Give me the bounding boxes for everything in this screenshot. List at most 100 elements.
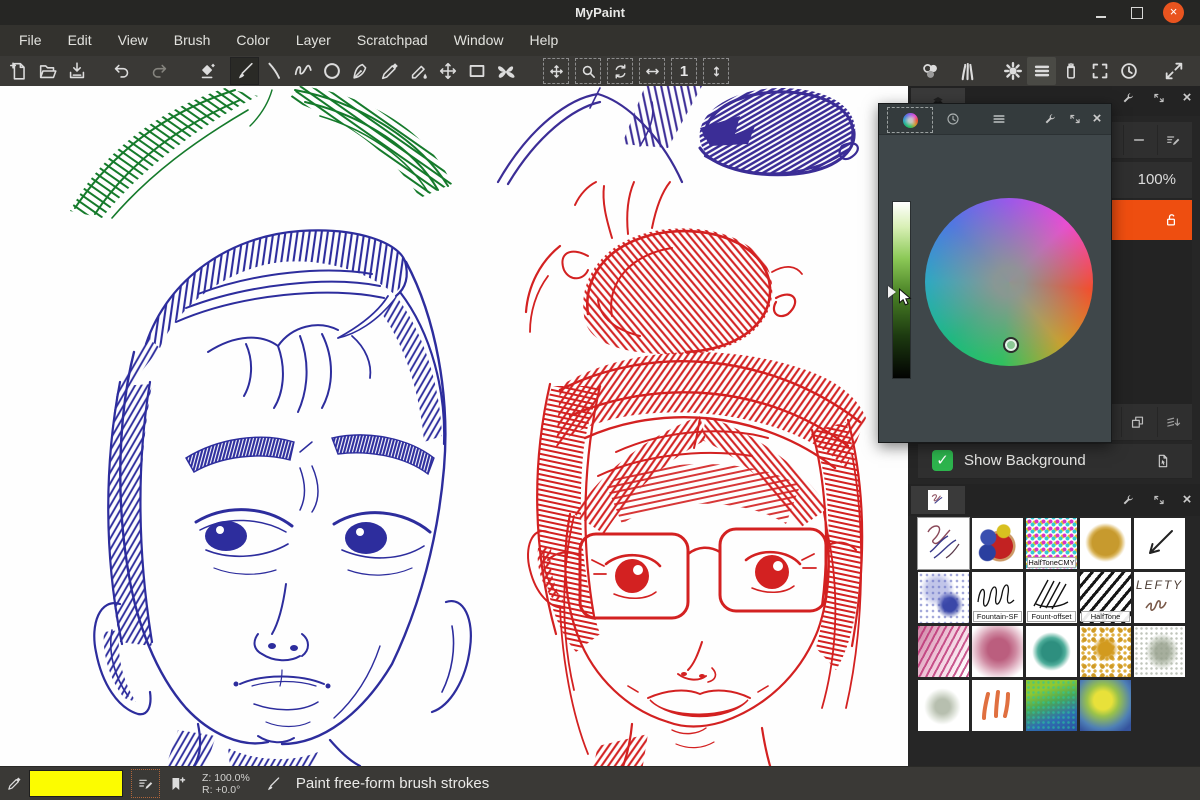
new-file-button[interactable] [4,57,33,85]
close-icon: × [1183,488,1192,512]
undo-button[interactable] [107,57,136,85]
minus-icon [1131,132,1147,148]
recent-colors-tab[interactable] [941,108,965,130]
open-file-button[interactable] [33,57,62,85]
fill-icon [408,60,430,82]
brush-config-button[interactable] [1114,488,1140,512]
expand-layout-button[interactable] [1085,57,1114,85]
fullscreen-button[interactable] [1159,57,1188,85]
brush-magenta-halftone[interactable] [918,626,969,677]
brush-fountain-sf[interactable]: Fountain-SF [972,572,1023,623]
brush-halftone[interactable]: HalfTone [1080,572,1131,623]
brush-green-blue-noise[interactable] [1026,680,1077,731]
layer-edit-button[interactable] [1157,125,1188,155]
brush-arrow[interactable] [1134,518,1185,569]
menu-window[interactable]: Window [441,25,517,56]
move-layer-tool[interactable] [433,57,462,85]
palette-list-tab[interactable] [987,108,1011,130]
brush-panel-tab[interactable] [911,486,965,514]
color-config-button[interactable] [1037,108,1061,130]
brush-halftone-cmy[interactable]: HalfToneCMY [1026,518,1077,569]
frame-tool[interactable] [462,57,491,85]
color-window-button[interactable] [916,57,945,85]
squiggle-icon [292,60,314,82]
color-wheel-tab[interactable] [887,107,933,133]
lefty-label: LEFTY [1134,578,1185,592]
brush-sketch-scribble[interactable] [918,518,969,569]
brush-rose-texture[interactable] [972,626,1023,677]
reset-zoom-button[interactable]: 1 [671,58,697,84]
brush-sage-dots[interactable] [1134,626,1185,677]
brush-blue-yellow-wash[interactable] [1080,680,1131,731]
move-icon [437,60,459,82]
connected-lines-tool[interactable] [288,57,317,85]
menu-scratchpad[interactable]: Scratchpad [344,25,441,56]
ellipse-tool[interactable] [317,57,346,85]
pick-color-tool[interactable] [375,57,404,85]
layers-detach-button[interactable] [1146,86,1172,110]
brush-fount-offset[interactable]: Fount-offset [1026,572,1077,623]
maximize-button[interactable] [1128,4,1146,22]
brush-teal-blob[interactable] [1026,626,1077,677]
freehand-brush-tool[interactable] [230,57,259,85]
brush-window-button[interactable] [953,57,982,85]
brush-gold-blob[interactable] [1080,518,1131,569]
brush-lefty[interactable]: LEFTY [1134,572,1185,623]
canvas[interactable] [0,86,908,766]
mirror-view-button[interactable] [639,58,665,84]
slider-handle[interactable] [888,286,896,298]
panel-lines-button[interactable] [1027,57,1056,85]
zoom-view-button[interactable] [575,58,601,84]
toolbar: 1 [0,56,1200,86]
color-wheel-icon [903,113,918,128]
brush-orange-strokes[interactable] [972,680,1023,731]
color-wheel-selector[interactable] [1003,337,1019,353]
scratchpad-button[interactable] [131,769,160,798]
eraser-button[interactable] [193,57,222,85]
inking-tool[interactable] [346,57,375,85]
pan-view-button[interactable] [543,58,569,84]
show-background-checkbox[interactable]: ✓ [932,450,953,471]
brush-paint-blob[interactable] [972,518,1023,569]
merge-down-button[interactable] [1157,407,1188,437]
layers-config-button[interactable] [1114,86,1140,110]
brush-detach-button[interactable] [1146,488,1172,512]
brush-set-icon [956,60,979,83]
history-button[interactable] [1114,57,1143,85]
menu-layer[interactable]: Layer [283,25,344,56]
close-button[interactable]: × [1163,2,1184,23]
brush-group-button[interactable] [1056,57,1085,85]
fit-view-button[interactable] [703,58,729,84]
menu-brush[interactable]: Brush [161,25,224,56]
menu-file[interactable]: File [6,25,55,56]
minimize-button[interactable] [1092,4,1110,22]
redo-button[interactable] [144,57,173,85]
redo-icon [148,60,170,82]
layer-remove-button[interactable] [1123,125,1154,155]
color-close-button[interactable]: × [1087,108,1107,130]
flood-fill-tool[interactable] [404,57,433,85]
save-file-button[interactable] [62,57,91,85]
brush-close-button[interactable]: × [1174,488,1200,512]
brush-gold-splatter[interactable] [1080,626,1131,677]
brush-blue-spatter[interactable] [918,572,969,623]
menu-view[interactable]: View [105,25,161,56]
current-color-swatch[interactable] [29,770,123,797]
lines-curves-tool[interactable] [259,57,288,85]
color-detach-button[interactable] [1063,108,1087,130]
bookmark-add-icon[interactable] [168,775,186,793]
layers-close-button[interactable]: × [1174,86,1200,110]
menu-help[interactable]: Help [516,25,571,56]
rotate-view-button[interactable] [607,58,633,84]
brush-sage-smear[interactable] [918,680,969,731]
menu-color[interactable]: Color [223,25,282,56]
jar-icon [1060,60,1082,82]
pan-icon [548,63,565,80]
canvas-artwork [0,86,908,766]
hamburger-lines-icon [1031,60,1053,82]
menu-edit[interactable]: Edit [55,25,105,56]
duplicate-layer-button[interactable] [1121,407,1152,437]
preferences-button[interactable] [998,57,1027,85]
background-chooser-button[interactable] [1150,449,1176,473]
symmetry-tool[interactable] [491,57,520,85]
